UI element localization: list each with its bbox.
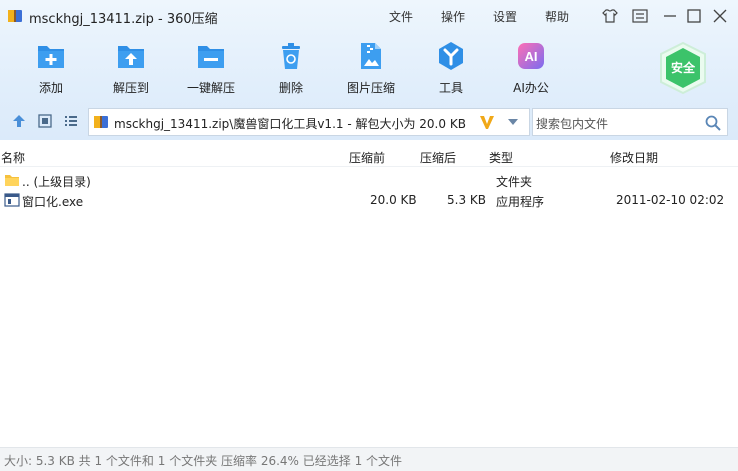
search-placeholder: 搜索包内文件	[536, 117, 609, 131]
header-divider	[0, 166, 738, 167]
delete-button[interactable]: 删除	[253, 40, 329, 98]
row-after: 5.3 KB	[447, 193, 486, 207]
skin-icon[interactable]	[601, 7, 619, 25]
trash-icon	[282, 43, 300, 69]
row-before: 20.0 KB	[370, 193, 417, 207]
menu-operation[interactable]: 操作	[441, 8, 465, 25]
tools-button[interactable]: 工具	[413, 40, 489, 98]
image-compress-button[interactable]: 图片压缩	[333, 40, 409, 98]
exe-icon	[4, 193, 20, 207]
menu-settings[interactable]: 设置	[493, 8, 517, 25]
minimize-icon[interactable]	[661, 7, 679, 25]
delete-label: 删除	[278, 81, 303, 95]
ai-office-button[interactable]: AI AI办公	[493, 40, 569, 98]
status-bar: 大小: 5.3 KB 共 1 个文件和 1 个文件夹 压缩率 26.4% 已经选…	[0, 447, 738, 471]
extract-to-button[interactable]: 解压到	[93, 40, 169, 98]
tools-label: 工具	[438, 81, 463, 95]
column-after[interactable]: 压缩后	[420, 149, 456, 166]
safe-shield-icon[interactable]: 安全	[655, 40, 711, 96]
row-name: .. (上级目录)	[22, 175, 91, 189]
search-input[interactable]: 搜索包内文件	[532, 108, 728, 136]
maximize-icon[interactable]	[685, 7, 703, 25]
column-type[interactable]: 类型	[489, 149, 513, 166]
safe-label: 安全	[671, 60, 696, 75]
image-compress-label: 图片压缩	[346, 81, 395, 95]
menu-icon[interactable]	[631, 7, 649, 25]
ai-office-label: AI办公	[513, 81, 549, 95]
menu-file[interactable]: 文件	[389, 8, 413, 25]
chevron-down-icon[interactable]	[507, 118, 519, 126]
add-button[interactable]: 添加	[13, 40, 89, 98]
zip-app-icon	[8, 10, 22, 22]
extract-to-label: 解压到	[112, 81, 149, 95]
add-icon	[38, 46, 64, 68]
search-icon[interactable]	[704, 114, 722, 132]
column-name[interactable]: 名称	[1, 149, 25, 166]
v-logo-icon[interactable]	[478, 113, 496, 131]
column-modified[interactable]: 修改日期	[610, 149, 658, 166]
status-text: 大小: 5.3 KB 共 1 个文件和 1 个文件夹 压缩率 26.4% 已经选…	[4, 454, 403, 468]
thumbnail-view-icon[interactable]	[36, 112, 54, 130]
ai-icon-text: AI	[525, 49, 538, 64]
row-name: 窗口化.exe	[22, 195, 84, 209]
up-arrow-icon[interactable]	[10, 112, 28, 130]
list-view-icon[interactable]	[62, 112, 80, 130]
row-modified: 2011-02-10 02:02	[616, 193, 725, 207]
close-icon[interactable]	[711, 7, 729, 25]
address-path: msckhgj_13411.zip\魔兽窗口化工具v1.1 - 解包大小为 20…	[114, 117, 466, 131]
one-click-extract-button[interactable]: 一键解压	[173, 40, 249, 98]
tools-icon	[439, 42, 463, 70]
table-row[interactable]: 窗口化.exe 20.0 KB 5.3 KB 应用程序 2011-02-10 0…	[0, 190, 738, 210]
one-click-extract-label: 一键解压	[186, 81, 235, 95]
title-bar: msckhgj_13411.zip - 360压缩 文件 操作 设置 帮助	[0, 0, 738, 32]
column-before[interactable]: 压缩前	[349, 149, 385, 166]
zip-file-icon	[94, 116, 108, 128]
row-type: 文件夹	[496, 175, 533, 189]
one-click-extract-icon	[198, 46, 224, 68]
add-label: 添加	[38, 81, 63, 95]
extract-to-icon	[118, 46, 144, 68]
menu-help[interactable]: 帮助	[545, 8, 569, 25]
image-compress-icon	[361, 43, 381, 69]
address-bar[interactable]: msckhgj_13411.zip\魔兽窗口化工具v1.1 - 解包大小为 20…	[88, 108, 530, 136]
ai-office-icon: AI	[518, 43, 544, 69]
folder-icon	[5, 175, 19, 186]
row-type: 应用程序	[496, 195, 545, 209]
window-title: msckhgj_13411.zip - 360压缩	[29, 12, 218, 27]
table-row[interactable]: .. (上级目录) 文件夹	[0, 170, 738, 190]
